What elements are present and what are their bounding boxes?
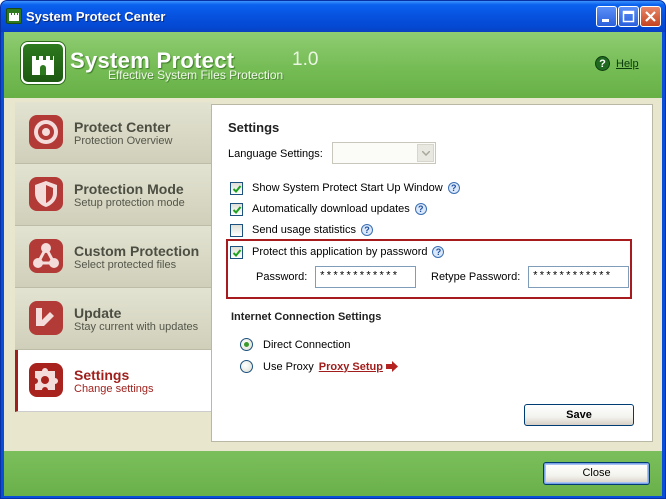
app-header: System Protect 1.0 Effective System File… [4, 32, 662, 98]
chevron-down-icon[interactable] [417, 144, 434, 162]
language-select[interactable] [332, 142, 436, 164]
sidebar-item-subtitle: Select protected files [74, 259, 177, 271]
proxy-setup-link[interactable]: Proxy Setup [319, 361, 383, 373]
auto-update-checkbox[interactable] [230, 202, 243, 216]
info-icon[interactable]: ? [432, 246, 445, 258]
window-title: System Protect Center [26, 9, 166, 24]
use-proxy-label: Use Proxy [263, 360, 314, 373]
option-label: Automatically download updates [252, 203, 410, 215]
shield-icon [29, 177, 63, 211]
sidebar-item-title: Protection Mode [74, 181, 184, 197]
sidebar-item-subtitle: Protection Overview [74, 135, 173, 147]
brand-tagline: Effective System Files Protection [108, 68, 284, 82]
option-auto-update[interactable]: Automatically download updates ? [230, 201, 427, 217]
sidebar-item-subtitle: Setup protection mode [74, 197, 185, 209]
password-group: Protect this application by password ? P… [226, 239, 632, 299]
option-password-protect[interactable]: Protect this application by password ? [230, 244, 445, 260]
save-button[interactable]: Save [524, 404, 634, 426]
app-window: System Protect Center System Protect 1.0… [0, 0, 666, 499]
sidebar-item-title: Protect Center [74, 119, 171, 135]
sidebar-item-protect-center[interactable]: Protect Center Protection Overview [15, 102, 212, 164]
info-icon[interactable]: ? [360, 224, 373, 236]
use-proxy-option[interactable]: Use Proxy Proxy Setup [240, 360, 398, 373]
option-label: Protect this application by password [252, 246, 428, 258]
update-arrow-icon [29, 301, 63, 335]
password-protect-checkbox[interactable] [230, 245, 243, 259]
help-label[interactable]: Help [616, 58, 639, 70]
footer: Close [4, 451, 662, 496]
castle-logo-icon [21, 42, 65, 84]
info-icon[interactable]: ? [447, 182, 460, 194]
brand-version: 1.0 [292, 49, 319, 70]
sidebar: Protect Center Protection Overview Prote… [15, 102, 212, 412]
maximize-button[interactable] [618, 6, 639, 27]
help-icon: ? [595, 56, 610, 71]
puzzle-icon [29, 363, 63, 397]
close-window-button[interactable] [640, 6, 661, 27]
sidebar-item-settings[interactable]: Settings Change settings [15, 350, 212, 412]
molecule-icon [29, 239, 63, 273]
internet-settings-heading: Internet Connection Settings [231, 311, 382, 323]
settings-heading: Settings [228, 120, 280, 135]
info-icon[interactable]: ? [414, 203, 427, 215]
option-label: Send usage statistics [252, 224, 356, 236]
close-button[interactable]: Close [543, 462, 650, 485]
sidebar-item-title: Update [74, 305, 122, 321]
radio-selected-dot [244, 342, 249, 347]
sidebar-item-title: Settings [74, 367, 130, 383]
sidebar-item-subtitle: Change settings [74, 383, 154, 395]
sidebar-item-protection-mode[interactable]: Protection Mode Setup protection mode [15, 164, 212, 226]
retype-password-label: Retype Password: [431, 271, 521, 283]
password-label: Password: [256, 271, 308, 283]
option-usage-stats[interactable]: Send usage statistics ? [230, 222, 373, 238]
help-link[interactable]: ? Help [595, 56, 639, 71]
sidebar-item-subtitle: Stay current with updates [74, 321, 199, 333]
sidebar-item-update[interactable]: Update Stay current with updates [15, 288, 212, 350]
castle-icon [6, 8, 22, 24]
title-bar[interactable]: System Protect Center [1, 1, 665, 32]
option-label: Show System Protect Start Up Window [252, 182, 443, 194]
option-show-startup[interactable]: Show System Protect Start Up Window ? [230, 180, 460, 196]
settings-panel: Settings Language Settings: Show System … [211, 104, 653, 442]
sidebar-item-title: Custom Protection [74, 243, 200, 259]
target-icon [29, 115, 63, 149]
usage-stats-checkbox[interactable] [230, 223, 243, 237]
arrow-right-icon [385, 361, 398, 372]
direct-connection-option[interactable]: Direct Connection [240, 338, 350, 351]
minimize-button[interactable] [596, 6, 617, 27]
retype-password-input[interactable]: ************ [528, 266, 629, 288]
password-input[interactable]: ************ [315, 266, 416, 288]
use-proxy-radio[interactable] [240, 360, 253, 373]
show-startup-checkbox[interactable] [230, 181, 243, 195]
language-label: Language Settings: [228, 148, 323, 160]
sidebar-item-custom-protection[interactable]: Custom Protection Select protected files [15, 226, 212, 288]
direct-connection-label: Direct Connection [263, 338, 351, 351]
direct-connection-radio[interactable] [240, 338, 253, 351]
